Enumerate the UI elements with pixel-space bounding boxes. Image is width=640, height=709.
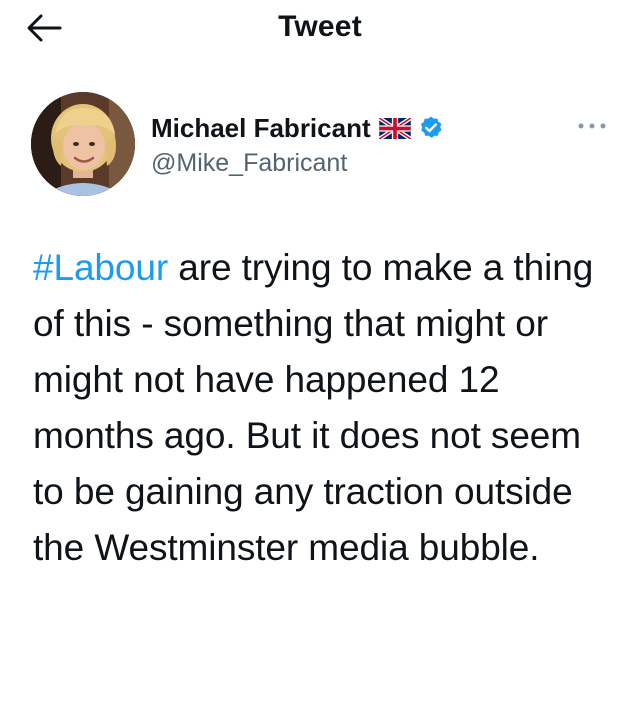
hashtag-link[interactable]: #Labour bbox=[33, 247, 168, 288]
avatar-photo bbox=[31, 92, 135, 196]
author-handle[interactable]: @Mike_Fabricant bbox=[151, 146, 347, 180]
tweet-text: #Labour are trying to make a thing of th… bbox=[33, 240, 613, 576]
author-name-row: Michael Fabricant bbox=[151, 110, 444, 146]
union-jack-flag-icon bbox=[378, 117, 411, 139]
more-options-button[interactable] bbox=[572, 112, 612, 140]
top-bar: Tweet bbox=[0, 0, 640, 54]
tweet-body: are trying to make a thing of this - som… bbox=[33, 247, 594, 568]
verified-badge-icon bbox=[418, 115, 444, 141]
page-title: Tweet bbox=[278, 10, 362, 43]
avatar[interactable] bbox=[31, 92, 135, 196]
author-display-name[interactable]: Michael Fabricant bbox=[151, 110, 371, 146]
more-options-icon bbox=[578, 123, 606, 129]
